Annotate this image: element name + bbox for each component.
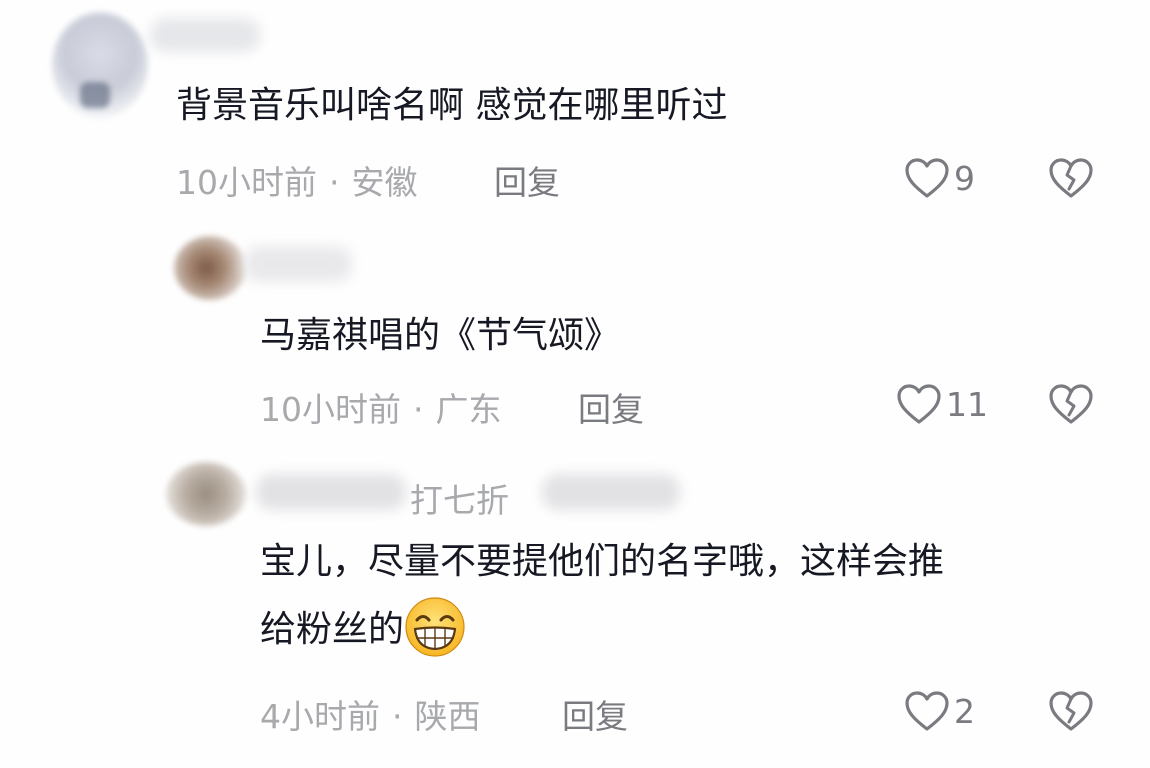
separator: · — [413, 390, 424, 429]
comment-meta: 4小时前 · 陕西 — [260, 690, 481, 738]
reply-button[interactable]: 回复 — [494, 156, 560, 204]
comment-time: 10小时前 — [260, 390, 401, 429]
comment-text-line-2-text: 给粉丝的 — [260, 609, 405, 650]
separator: · — [392, 697, 403, 736]
heart-outline-icon — [897, 384, 941, 424]
comment-text: 背景音乐叫啥名啊 感觉在哪里听过 — [176, 85, 728, 126]
heart-outline-icon — [905, 158, 949, 198]
username-blurred[interactable] — [244, 246, 352, 282]
grin-emoji — [405, 597, 465, 657]
avatar[interactable] — [174, 236, 246, 300]
comment-location: 安徽 — [351, 163, 418, 202]
dislike-button[interactable] — [1048, 157, 1094, 203]
like-button[interactable]: 2 — [904, 690, 975, 732]
dislike-button[interactable] — [1048, 383, 1094, 429]
comment-meta: 10小时前 · 安徽 — [176, 156, 418, 204]
reply-to-blurred[interactable] — [542, 474, 680, 510]
comment-time: 4小时前 — [260, 697, 380, 736]
heart-outline-icon — [905, 691, 949, 731]
like-button[interactable]: 9 — [904, 157, 975, 199]
like-count: 11 — [946, 384, 988, 424]
broken-heart-icon — [1049, 384, 1093, 424]
comment-meta: 10小时前 · 广东 — [260, 383, 502, 431]
reply-button[interactable]: 回复 — [562, 690, 628, 738]
broken-heart-icon — [1049, 158, 1093, 198]
comment-location: 陕西 — [414, 697, 481, 736]
author-tag: 打七折 — [410, 481, 509, 520]
username-blurred[interactable] — [150, 18, 260, 52]
comment-text: 马嘉祺唱的《节气颂》 — [260, 315, 621, 356]
like-count: 9 — [954, 158, 975, 198]
like-button[interactable]: 11 — [896, 383, 988, 425]
avatar[interactable] — [52, 12, 148, 118]
separator: · — [329, 163, 340, 202]
avatar[interactable] — [166, 462, 246, 526]
broken-heart-icon — [1049, 691, 1093, 731]
like-count: 2 — [954, 691, 975, 731]
comment-text-line-2: 给粉丝的 — [260, 597, 466, 662]
dislike-button[interactable] — [1048, 690, 1094, 736]
reply-button[interactable]: 回复 — [578, 383, 644, 431]
comment-text-line-1: 宝儿，尽量不要提他们的名字哦，这样会推 — [260, 541, 945, 582]
comment-time: 10小时前 — [176, 163, 317, 202]
username-blurred[interactable] — [256, 474, 406, 510]
comment-location: 广东 — [435, 390, 502, 429]
